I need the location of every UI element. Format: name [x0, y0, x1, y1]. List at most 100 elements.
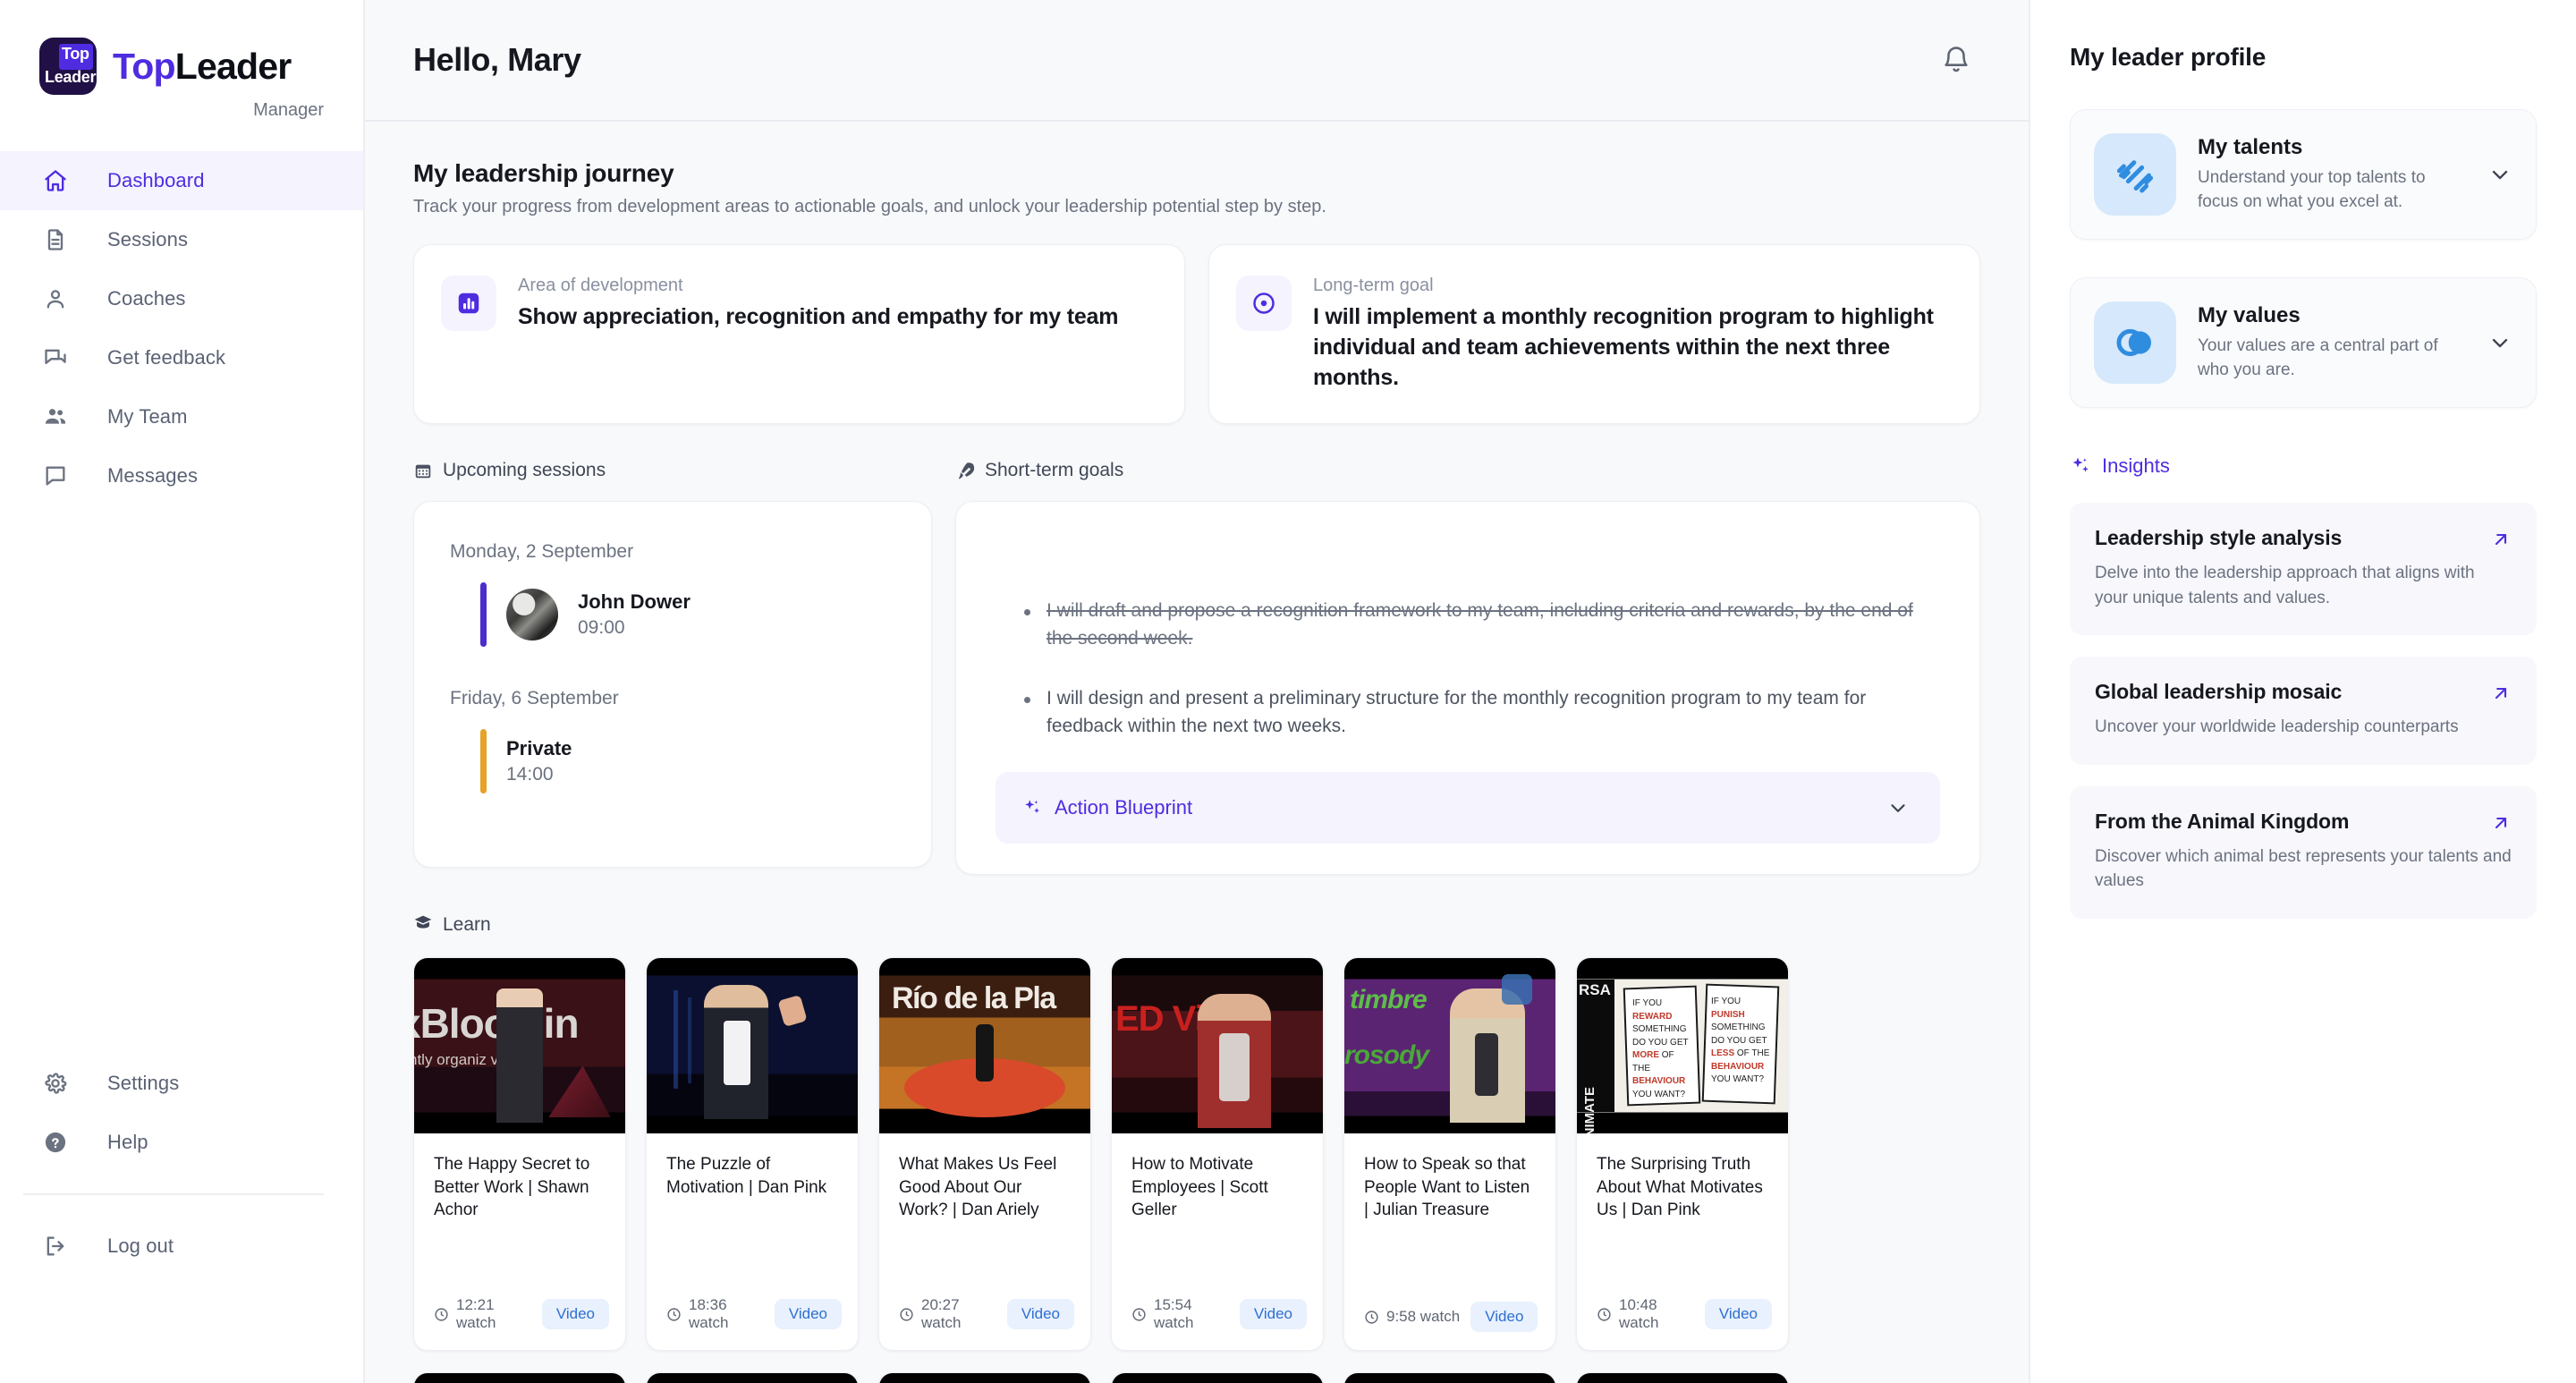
- learn-card[interactable]: RSA ANIMATE IF YOU REWARD SOMETHING DO Y…: [1576, 957, 1789, 1352]
- card-value: I will implement a monthly recognition p…: [1313, 304, 1934, 390]
- my-talents-card[interactable]: My talents Understand your top talents t…: [2070, 109, 2537, 240]
- learn-card[interactable]: [1576, 1372, 1789, 1383]
- sidebar-item-help[interactable]: Help: [0, 1113, 363, 1172]
- secondary-nav: Settings Help Log out: [0, 1054, 363, 1383]
- document-icon: [43, 227, 82, 252]
- primary-nav: Dashboard Sessions Coaches Get feedback: [0, 151, 363, 505]
- sidebar-item-my-team[interactable]: My Team: [0, 387, 363, 446]
- card-title: My talents: [2198, 134, 2303, 159]
- clock-icon: [1131, 1307, 1147, 1322]
- status-badge: Video: [1470, 1302, 1538, 1333]
- list-item[interactable]: I will draft and propose a recognition f…: [1024, 597, 1940, 652]
- sessions-goals-row: Upcoming sessions Monday, 2 September Jo…: [413, 460, 1980, 876]
- arrow-up-right-icon[interactable]: [2490, 812, 2512, 834]
- video-body: How to Motivate Employees | Scott Geller: [1112, 1133, 1323, 1296]
- sidebar-item-settings[interactable]: Settings: [0, 1054, 363, 1113]
- watch-time: 10:48 watch: [1597, 1296, 1694, 1332]
- learn-cards-row: xBloomin ntly organiz vent The Happy Sec…: [413, 957, 1980, 1352]
- session-date: Monday, 2 September: [450, 541, 634, 562]
- short-term-goals-panel: I will draft and propose a recognition f…: [955, 501, 1980, 876]
- arrow-up-right-icon[interactable]: [2490, 529, 2512, 550]
- my-values-card[interactable]: My values Your values are a central part…: [2070, 277, 2537, 408]
- video-thumbnail: [647, 958, 858, 1134]
- video-thumbnail: [1344, 1373, 1555, 1383]
- learn-card[interactable]: The Puzzle of Motivation | Dan Pink 18:3…: [646, 957, 859, 1352]
- bell-icon[interactable]: [1941, 45, 1971, 75]
- sidebar-item-label: Dashboard: [107, 169, 205, 191]
- video-title: How to Speak so that People Want to List…: [1364, 1155, 1530, 1220]
- sidebar-item-dashboard[interactable]: Dashboard: [0, 151, 363, 210]
- learn-heading: Learn: [413, 912, 1980, 938]
- goal-text: I will design and present a preliminary …: [1046, 688, 1867, 737]
- clock-icon: [1597, 1307, 1612, 1322]
- sidebar-item-sessions[interactable]: Sessions: [0, 210, 363, 269]
- sidebar-item-get-feedback[interactable]: Get feedback: [0, 328, 363, 387]
- clock-icon: [666, 1307, 682, 1322]
- video-thumbnail: [414, 1373, 625, 1383]
- insight-card-animal-kingdom[interactable]: From the Animal Kingdom Discover which a…: [2070, 785, 2537, 919]
- insight-card-global-mosaic[interactable]: Global leadership mosaic Uncover your wo…: [2070, 657, 2537, 765]
- left-sidebar: Top Leader TopLeader Manager Dashboard S…: [0, 0, 365, 1383]
- upcoming-sessions-column: Upcoming sessions Monday, 2 September Jo…: [413, 460, 932, 875]
- learn-card[interactable]: [1111, 1372, 1324, 1383]
- sidebar-item-coaches[interactable]: Coaches: [0, 269, 363, 328]
- clock-icon: [1364, 1310, 1379, 1325]
- chevron-down-icon[interactable]: [1886, 796, 1910, 819]
- topleader-logo-icon: Top Leader: [39, 38, 97, 95]
- main-content: Hello, Mary My leadership journey Track …: [365, 0, 2029, 1383]
- help-circle-icon: [43, 1130, 82, 1155]
- session-item[interactable]: Private 14:00: [450, 729, 895, 793]
- session-item[interactable]: John Dower 09:00: [450, 582, 895, 647]
- video-thumbnail: [647, 1373, 858, 1383]
- blueprint-label: Action Blueprint: [1055, 796, 1193, 819]
- long-term-goal-card[interactable]: Long-term goal I will implement a monthl…: [1208, 244, 1980, 424]
- insight-card-leadership-style[interactable]: Leadership style analysis Delve into the…: [2070, 503, 2537, 636]
- short-term-goals-column: Short-term goals I will draft and propos…: [955, 460, 1980, 876]
- goal-list: I will draft and propose a recognition f…: [996, 597, 1940, 772]
- insights-heading: Insights: [2070, 454, 2537, 478]
- clock-icon: [434, 1307, 449, 1322]
- session-time: 09:00: [578, 617, 625, 638]
- action-blueprint-accordion[interactable]: Action Blueprint: [996, 772, 1940, 844]
- video-thumbnail: [1577, 1373, 1788, 1383]
- learn-card[interactable]: xBloomin ntly organiz vent The Happy Sec…: [413, 957, 626, 1352]
- learn-card[interactable]: [1343, 1372, 1556, 1383]
- learn-card[interactable]: [878, 1372, 1091, 1383]
- video-meta: 18:36 watch Video: [647, 1296, 858, 1350]
- insight-description: Delve into the leadership approach that …: [2095, 564, 2475, 607]
- bullet-icon: [1024, 609, 1030, 615]
- section-heading-label: Upcoming sessions: [443, 460, 606, 480]
- watch-time: 12:21 watch: [434, 1296, 531, 1332]
- arrow-up-right-icon[interactable]: [2490, 683, 2512, 704]
- watch-time-label: 15:54 watch: [1154, 1296, 1194, 1332]
- brand-block: Top Leader TopLeader Manager: [0, 0, 363, 121]
- learn-card[interactable]: [413, 1372, 626, 1383]
- insight-title: From the Animal Kingdom: [2095, 809, 2350, 833]
- blueprint-left: Action Blueprint: [1022, 796, 1192, 819]
- video-meta: 10:48 watch Video: [1577, 1296, 1788, 1350]
- sidebar-item-messages[interactable]: Messages: [0, 446, 363, 505]
- learn-card[interactable]: Río de la Pla What Makes Us Feel Good Ab…: [878, 957, 1091, 1352]
- list-item[interactable]: I will design and present a preliminary …: [1024, 684, 1940, 740]
- area-of-development-card[interactable]: Area of development Show appreciation, r…: [413, 244, 1185, 424]
- page-title: Hello, Mary: [413, 41, 581, 78]
- venn-circles-icon: [2094, 301, 2176, 384]
- journey-cards-row: Area of development Show appreciation, r…: [413, 244, 1980, 424]
- watch-time-label: 10:48 watch: [1619, 1296, 1659, 1332]
- card-value: Show appreciation, recognition and empat…: [518, 304, 1119, 329]
- bullet-icon: [1024, 697, 1030, 704]
- video-thumbnail: Río de la Pla: [879, 958, 1090, 1134]
- chevron-down-icon[interactable]: [2487, 162, 2512, 187]
- sidebar-item-logout[interactable]: Log out: [0, 1217, 363, 1276]
- learn-card[interactable]: [646, 1372, 859, 1383]
- learn-card[interactable]: ED Vi How to Motivate Employees | Scott …: [1111, 957, 1324, 1352]
- chevron-down-icon[interactable]: [2487, 330, 2512, 355]
- learn-card[interactable]: timbre rosody How to Speak so that Peopl…: [1343, 957, 1556, 1352]
- insight-top: Global leadership mosaic: [2095, 680, 2512, 704]
- status-badge: Video: [1006, 1299, 1074, 1330]
- card-label: Long-term goal: [1313, 276, 1434, 295]
- sidebar-item-label: Get feedback: [107, 346, 226, 369]
- watch-time-label: 18:36 watch: [689, 1296, 729, 1332]
- session-text: John Dower 09:00: [578, 590, 691, 639]
- video-title: The Puzzle of Motivation | Dan Pink: [666, 1155, 827, 1197]
